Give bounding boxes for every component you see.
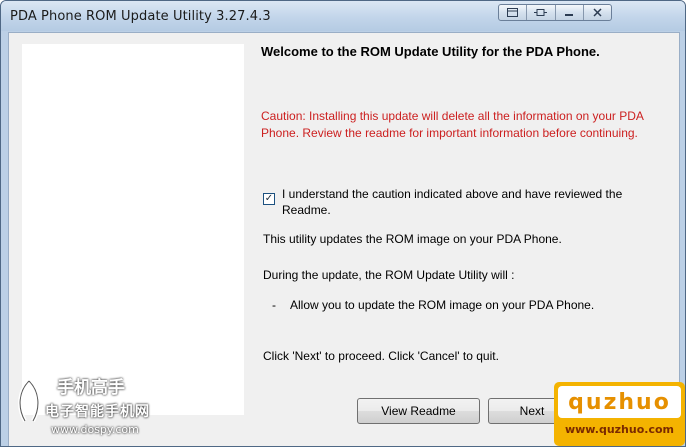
pin-icon — [533, 9, 547, 16]
caption-buttons — [498, 4, 612, 21]
bullet-mark: - — [272, 298, 276, 312]
welcome-heading: Welcome to the ROM Update Utility for th… — [261, 44, 600, 59]
checkmark-icon: ✓ — [264, 193, 274, 204]
caution-text: Caution: Installing this update will del… — [261, 109, 644, 140]
agree-checkbox[interactable]: ✓ — [263, 193, 275, 205]
close-button[interactable] — [584, 5, 611, 20]
utility-window: PDA Phone ROM Update Utility 3.27.4.3 We… — [0, 0, 686, 447]
wizard-client-area: Welcome to the ROM Update Utility for th… — [8, 32, 680, 446]
info-text-during-update: During the update, the ROM Update Utilit… — [263, 268, 515, 282]
info-text-utility: This utility updates the ROM image on yo… — [263, 232, 562, 246]
agree-label[interactable]: I understand the caution indicated above… — [282, 186, 662, 218]
title-bar[interactable]: PDA Phone ROM Update Utility 3.27.4.3 — [1, 1, 685, 31]
side-image-panel — [22, 44, 244, 415]
proceed-instructions: Click 'Next' to proceed. Click 'Cancel' … — [263, 349, 499, 363]
window-mode-icon — [507, 8, 519, 17]
next-button[interactable]: Next — [488, 398, 576, 424]
minimize-button[interactable] — [556, 5, 584, 20]
cancel-button[interactable]: Cancel — [584, 398, 672, 424]
close-icon — [593, 8, 602, 17]
pin-button[interactable] — [527, 5, 556, 20]
bullet-text: Allow you to update the ROM image on you… — [290, 298, 595, 312]
window-mode-button[interactable] — [499, 5, 528, 20]
view-readme-button[interactable]: View Readme — [357, 398, 480, 424]
window-title: PDA Phone ROM Update Utility 3.27.4.3 — [10, 9, 271, 24]
minimize-icon — [565, 14, 574, 16]
